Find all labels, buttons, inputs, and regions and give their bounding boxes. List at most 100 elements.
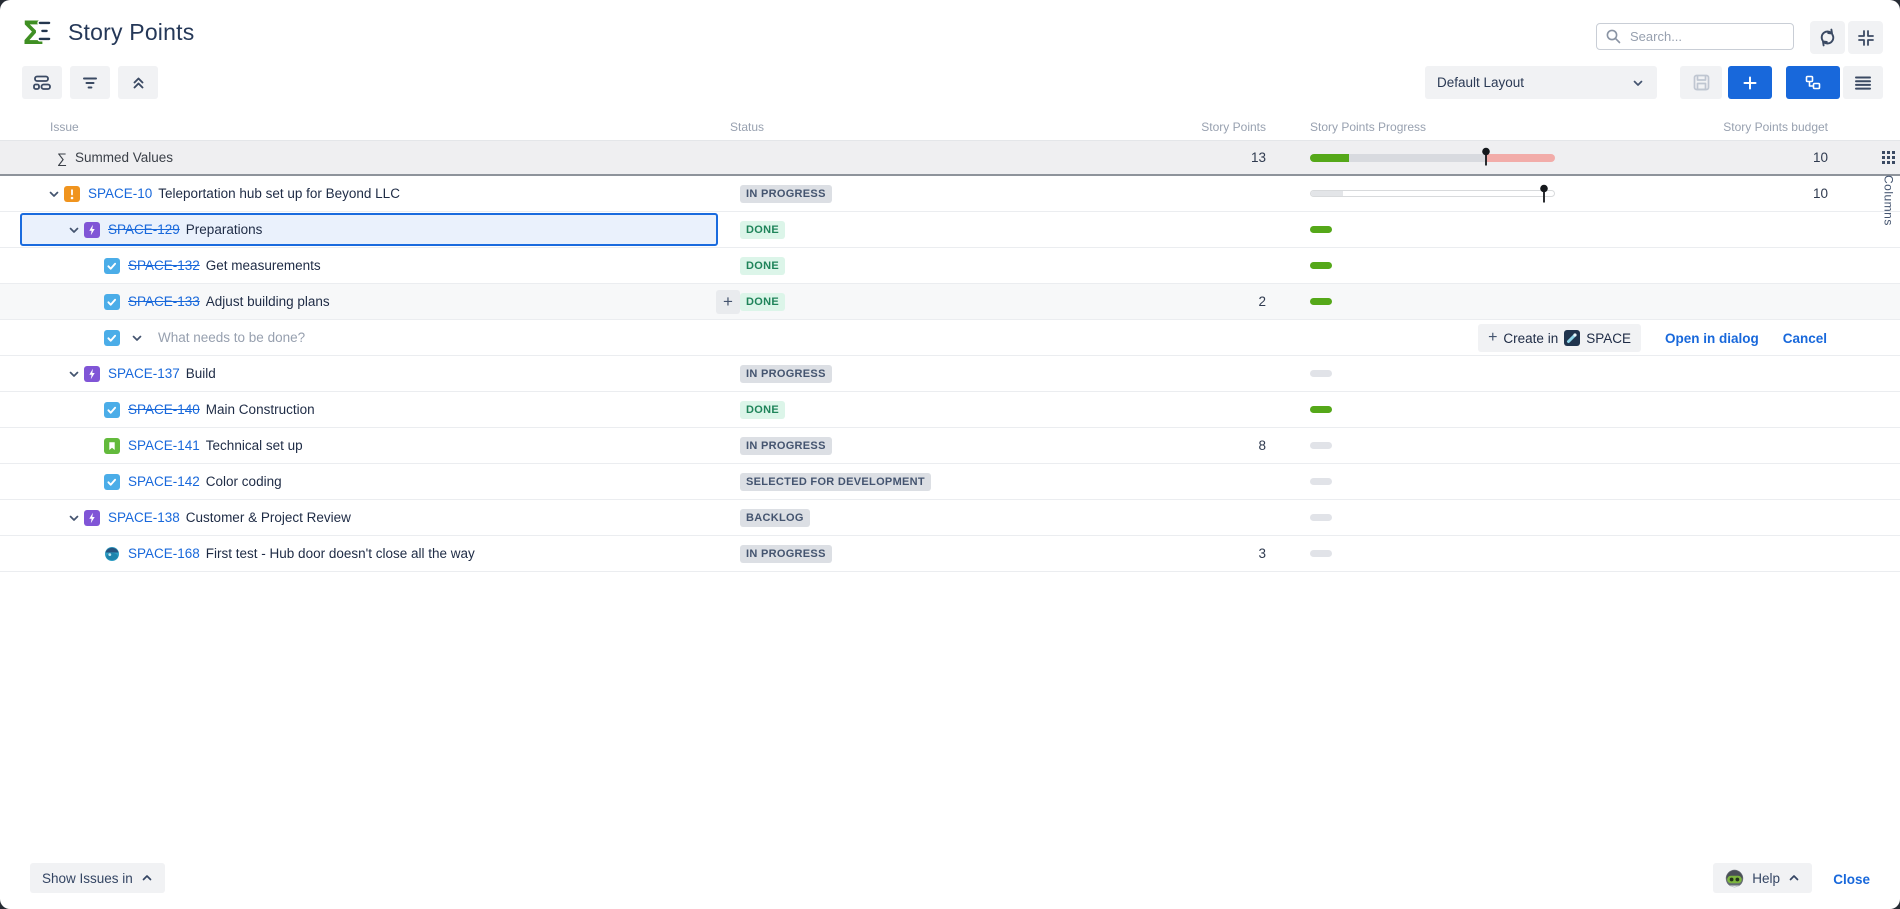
view-list-toggle[interactable] (1843, 66, 1883, 99)
issue-type-task-icon (104, 258, 120, 274)
column-header-budget[interactable]: Story Points budget (1558, 120, 1828, 134)
issue-type-dropdown-icon[interactable] (130, 331, 144, 345)
status-badge[interactable]: BACKLOG (740, 509, 810, 527)
story-points-value[interactable]: 8 (1180, 438, 1266, 453)
cancel-link[interactable]: Cancel (1783, 331, 1827, 346)
budget-value[interactable]: 10 (1558, 186, 1828, 201)
status-cell: BACKLOG (730, 509, 1180, 527)
status-badge[interactable]: DONE (740, 401, 785, 419)
chevron-up-icon (141, 872, 153, 884)
filter-button[interactable] (70, 66, 110, 99)
issue-summary[interactable]: First test - Hub door doesn't close all … (206, 546, 475, 561)
story-points-value[interactable]: 2 (1180, 294, 1266, 309)
issue-type-epic-icon (84, 366, 100, 382)
issue-type-task-icon (104, 474, 120, 490)
exit-fullscreen-button[interactable] (1848, 21, 1883, 54)
summed-values-row: ∑ Summed Values 13 10 (0, 140, 1900, 176)
issue-summary[interactable]: Preparations (186, 222, 263, 237)
column-header-issue[interactable]: Issue (18, 120, 730, 134)
expand-chevron-icon[interactable] (64, 364, 84, 384)
issue-key-link[interactable]: SPACE-142 (128, 474, 200, 489)
progress-fill (1311, 191, 1343, 196)
issue-type-task-icon[interactable] (104, 330, 120, 346)
issue-key-link[interactable]: SPACE-129 (108, 222, 180, 237)
create-in-project-button[interactable]: +Create inSPACE (1478, 324, 1641, 352)
open-in-dialog-link[interactable]: Open in dialog (1665, 331, 1759, 346)
issue-cell: SPACE-10 Teleportation hub set up for Bey… (18, 176, 730, 211)
inline-create-cell[interactable]: What needs to be done? (18, 320, 730, 355)
progress-cell (1266, 190, 1558, 197)
budget-pin-icon[interactable] (1481, 147, 1491, 170)
status-badge[interactable]: DONE (740, 293, 785, 311)
new-issue-summary-input[interactable]: What needs to be done? (158, 330, 305, 345)
issue-key-link[interactable]: SPACE-140 (128, 402, 200, 417)
issue-key-link[interactable]: SPACE-168 (128, 546, 200, 561)
issue-cell: SPACE-137 Build (18, 356, 730, 391)
status-badge[interactable]: IN PROGRESS (740, 545, 832, 563)
issue-key-link[interactable]: SPACE-10 (88, 186, 152, 201)
issue-summary[interactable]: Customer & Project Review (186, 510, 351, 525)
issue-cell: SPACE-129 Preparations (18, 212, 730, 247)
issue-summary[interactable]: Color coding (206, 474, 282, 489)
progress-pill (1310, 406, 1332, 413)
issue-type-epic-icon (84, 510, 100, 526)
status-badge[interactable]: DONE (740, 257, 785, 275)
column-header-status[interactable]: Status (730, 120, 1180, 134)
status-badge[interactable]: DONE (740, 221, 785, 239)
column-header-progress[interactable]: Story Points Progress (1266, 120, 1558, 134)
issue-key-link[interactable]: SPACE-138 (108, 510, 180, 525)
issue-type-task-icon (104, 402, 120, 418)
refresh-icon (1818, 28, 1837, 47)
progress-cell (1266, 478, 1558, 485)
budget-pin-icon[interactable] (1539, 184, 1549, 207)
story-points-value[interactable]: 3 (1180, 546, 1266, 561)
add-button[interactable] (1728, 66, 1772, 99)
status-cell: IN PROGRESS (730, 365, 1180, 383)
search-icon (1605, 28, 1622, 45)
close-link[interactable]: Close (1833, 872, 1870, 887)
refresh-button[interactable] (1810, 21, 1845, 54)
issue-summary[interactable]: Get measurements (206, 258, 321, 273)
issue-summary[interactable]: Teleportation hub set up for Beyond LLC (158, 186, 400, 201)
status-badge[interactable]: IN PROGRESS (740, 185, 832, 203)
expand-chevron-icon[interactable] (44, 184, 64, 204)
issue-row: SPACE-10 Teleportation hub set up for Bey… (0, 176, 1900, 212)
create-in-label: Create in (1503, 331, 1558, 346)
status-cell: IN PROGRESS (730, 185, 1180, 203)
issue-summary[interactable]: Adjust building plans (206, 294, 330, 309)
chevron-down-icon (1631, 76, 1645, 90)
issue-summary[interactable]: Main Construction (206, 402, 315, 417)
group-by-button[interactable] (22, 66, 62, 99)
issue-key-link[interactable]: SPACE-141 (128, 438, 200, 453)
search-input[interactable] (1628, 28, 1793, 45)
issue-table: ∑ Summed Values 13 10 SPACE-10 Teleportat… (0, 140, 1900, 572)
status-badge[interactable]: IN PROGRESS (740, 365, 832, 383)
collapse-all-button[interactable] (118, 66, 158, 99)
issue-type-task-icon (104, 294, 120, 310)
progress-pill (1310, 550, 1332, 557)
issue-key-link[interactable]: SPACE-133 (128, 294, 200, 309)
columns-panel-toggle[interactable]: Columns (1881, 150, 1896, 226)
issue-key-link[interactable]: SPACE-132 (128, 258, 200, 273)
summed-progress-bar (1310, 154, 1555, 162)
save-layout-button[interactable] (1680, 66, 1722, 99)
chevron-slot (84, 328, 104, 348)
layout-select[interactable]: Default Layout (1425, 66, 1657, 99)
progress-pill (1310, 370, 1332, 377)
column-header-story-points[interactable]: Story Points (1180, 120, 1266, 134)
issue-summary[interactable]: Technical set up (206, 438, 303, 453)
status-badge[interactable]: IN PROGRESS (740, 437, 832, 455)
show-issues-in-button[interactable]: Show Issues in (30, 863, 165, 893)
expand-chevron-icon[interactable] (64, 508, 84, 528)
expand-chevron-icon[interactable] (64, 220, 84, 240)
status-badge[interactable]: SELECTED FOR DEVELOPMENT (740, 473, 931, 491)
issue-summary[interactable]: Build (186, 366, 216, 381)
help-button[interactable]: Help (1713, 863, 1812, 893)
issue-key-link[interactable]: SPACE-137 (108, 366, 180, 381)
help-mascot-icon (1725, 869, 1744, 888)
issue-row: SPACE-142 Color coding SELECTED FOR DEVELO… (0, 464, 1900, 500)
status-cell: DONE (730, 293, 1180, 311)
issue-type-globe-icon (104, 546, 120, 562)
view-tree-toggle[interactable] (1786, 66, 1840, 99)
progress-cell (1266, 442, 1558, 449)
